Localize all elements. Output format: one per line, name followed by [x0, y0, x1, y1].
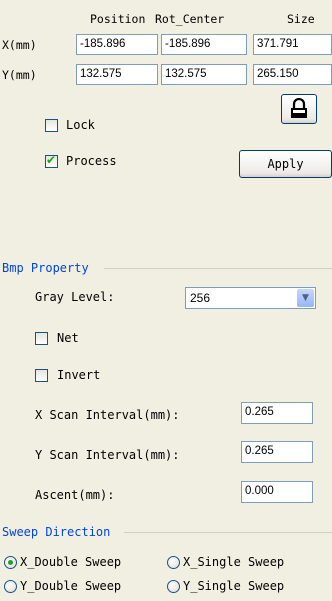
chevron-down-icon[interactable]: ▼	[297, 289, 314, 307]
header-rot-center: Rot_Center	[155, 12, 225, 26]
sweep-group-line	[124, 532, 332, 533]
radio-x-double-sweep[interactable]	[4, 556, 17, 569]
bmp-property-title: Bmp Property	[2, 261, 89, 275]
header-position: Position	[90, 12, 146, 26]
radio-y-double-sweep[interactable]	[4, 580, 17, 593]
bmp-group-line	[104, 268, 332, 269]
ascent-label: Ascent(mm):	[35, 488, 115, 502]
x-scan-interval-field[interactable]: 0.265	[241, 402, 313, 424]
process-checkbox[interactable]	[45, 153, 58, 168]
y-double-sweep-label: Y_Double Sweep	[20, 579, 122, 593]
y-single-sweep-label: Y_Single Sweep	[183, 579, 285, 593]
padlock-icon	[291, 98, 307, 118]
y-scan-interval-field[interactable]: 0.265	[241, 441, 313, 463]
apply-button[interactable]: Apply	[239, 150, 332, 178]
radio-x-single-sweep[interactable]	[167, 556, 180, 569]
lock-checkbox[interactable]	[45, 119, 58, 132]
net-label: Net	[57, 331, 79, 345]
y-rot-center-field[interactable]: 132.575	[161, 64, 247, 85]
radio-y-single-sweep[interactable]	[167, 580, 180, 593]
process-label: Process	[66, 154, 117, 168]
lock-label: Lock	[66, 118, 95, 132]
y-size-field[interactable]: 265.150	[253, 64, 332, 85]
y-scan-interval-label: Y Scan Interval(mm):	[35, 448, 180, 462]
lock-toggle-button[interactable]	[281, 94, 317, 124]
x-position-field[interactable]: -185.896	[76, 34, 158, 55]
x-size-field[interactable]: 371.791	[253, 34, 332, 55]
y-row-label: Y(mm)	[2, 68, 37, 82]
x-single-sweep-label: X_Single Sweep	[183, 555, 285, 569]
x-row-label: X(mm)	[2, 38, 37, 52]
invert-checkbox[interactable]	[35, 369, 48, 382]
gray-level-select[interactable]: 256 ▼	[185, 287, 316, 309]
sweep-direction-title: Sweep Direction	[2, 525, 111, 539]
x-rot-center-field[interactable]: -185.896	[161, 34, 247, 55]
x-scan-interval-label: X Scan Interval(mm):	[35, 408, 180, 422]
net-checkbox[interactable]	[35, 332, 48, 345]
header-size: Size	[287, 12, 315, 26]
y-position-field[interactable]: 132.575	[76, 64, 158, 85]
gray-level-value: 256	[190, 291, 211, 305]
x-double-sweep-label: X_Double Sweep	[20, 555, 122, 569]
ascent-field[interactable]: 0.000	[241, 481, 313, 503]
gray-level-label: Gray Level:	[35, 290, 115, 304]
invert-label: Invert	[57, 368, 101, 382]
